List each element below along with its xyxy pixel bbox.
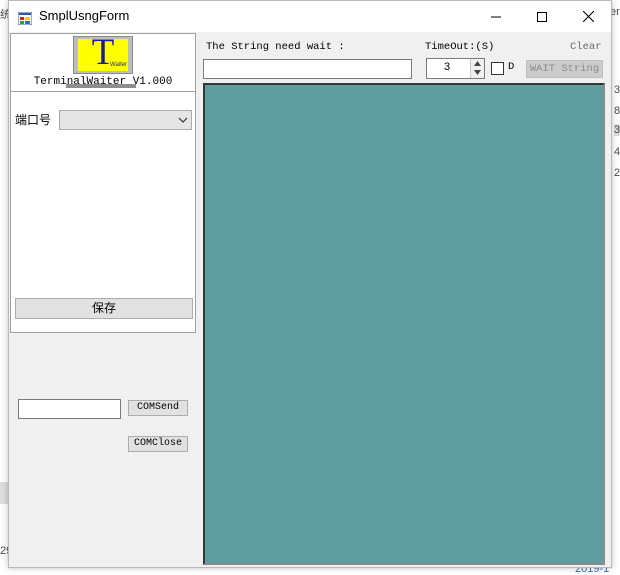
output-area[interactable] — [203, 83, 605, 565]
background-strip — [0, 482, 8, 504]
port-select[interactable] — [59, 110, 192, 130]
timeout-label: TimeOut:(S) — [425, 41, 495, 53]
stepper-up-icon — [474, 61, 481, 66]
clear-button[interactable]: Clear — [570, 41, 602, 53]
app-window: SmplUsngForm T Waiter TerminalWaiter V1.… — [8, 0, 612, 568]
background-list-item: 4 — [614, 146, 620, 158]
settings-panel: T Waiter TerminalWaiter V1.000 端口号 保存 — [10, 33, 196, 333]
d-checkbox-label: D — [508, 61, 515, 73]
version-label: TerminalWaiter V1.000 — [33, 76, 173, 88]
chevron-down-icon — [178, 117, 188, 123]
logo-background: T Waiter — [78, 33, 128, 73]
title-bar[interactable]: SmplUsngForm — [9, 1, 611, 32]
close-button[interactable] — [565, 1, 611, 32]
d-checkbox[interactable] — [491, 62, 504, 75]
save-button[interactable]: 保存 — [15, 298, 193, 319]
timeout-stepper[interactable]: 3 — [426, 58, 485, 79]
stepper-buttons[interactable] — [470, 59, 484, 78]
wait-string-label: The String need wait : — [206, 41, 345, 53]
logo-area: T Waiter TerminalWaiter V1.000 — [11, 33, 195, 92]
minimize-button[interactable] — [473, 1, 519, 32]
terminal-waiter-logo: T Waiter — [73, 33, 133, 74]
background-list-item: 2 — [614, 167, 620, 179]
background-list-item: 37 — [614, 84, 620, 96]
wait-string-input[interactable] — [203, 59, 412, 79]
window-title: SmplUsngForm — [39, 8, 130, 23]
background-list-item: 3 — [614, 124, 620, 136]
minimize-icon — [491, 16, 501, 17]
com-send-input[interactable] — [18, 399, 121, 419]
port-label: 端口号 — [15, 113, 52, 127]
stepper-down-icon — [474, 70, 481, 75]
logo-caption: Waiter — [110, 62, 128, 68]
com-close-button[interactable]: COMClose — [128, 436, 188, 452]
background-list-item: 8 — [614, 105, 620, 117]
window-app-icon — [17, 10, 33, 26]
maximize-icon — [537, 11, 547, 22]
timeout-value: 3 — [443, 61, 451, 73]
wait-string-button[interactable]: WAIT String — [526, 60, 603, 78]
maximize-button[interactable] — [519, 1, 565, 32]
com-send-button[interactable]: COMSend — [128, 400, 188, 416]
close-icon — [582, 11, 594, 22]
